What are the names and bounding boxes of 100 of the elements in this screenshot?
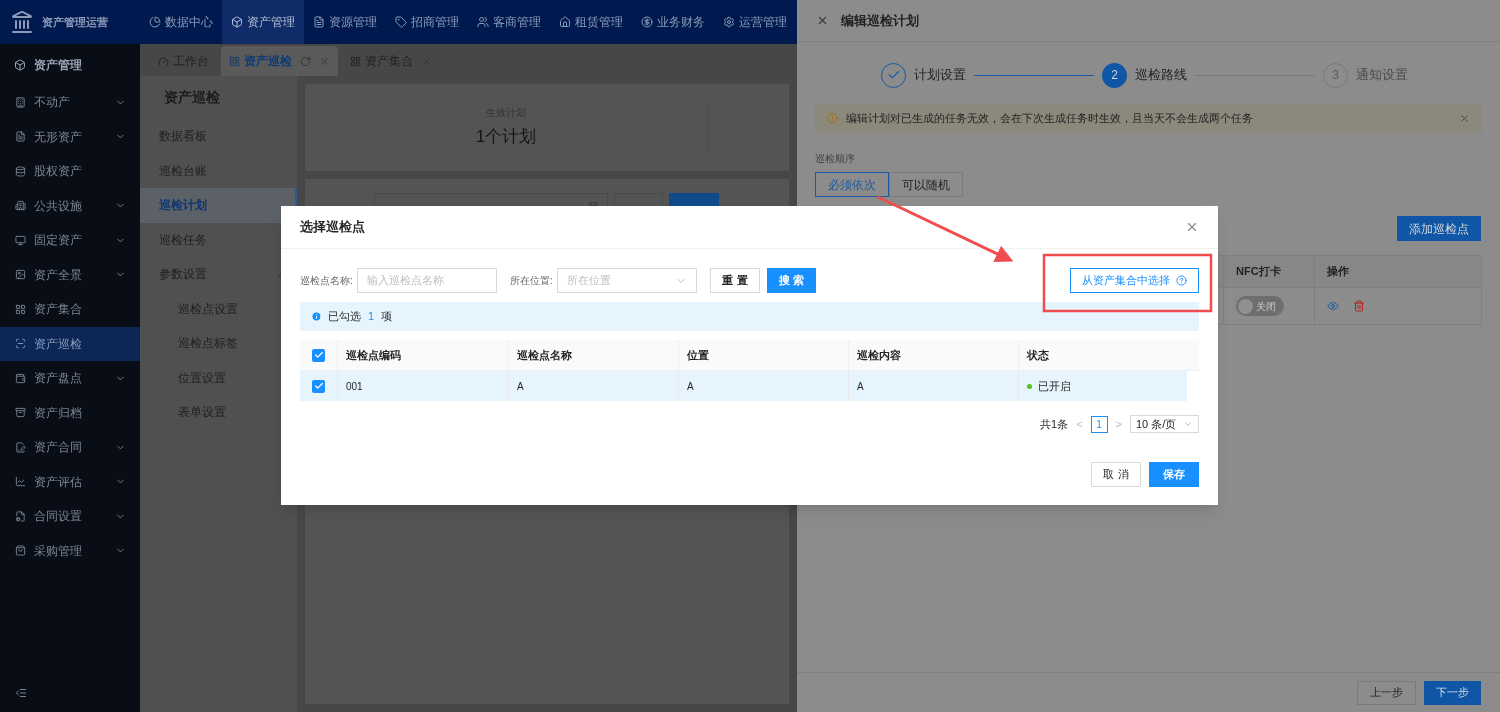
sidebar-item[interactable]: 采购管理 <box>0 533 140 568</box>
nav-item[interactable]: 招商管理 <box>386 0 468 44</box>
page-button[interactable]: 1 <box>1090 415 1108 433</box>
info-icon <box>311 311 322 322</box>
previous-button[interactable]: 上一步 <box>1357 680 1416 705</box>
nav-item[interactable]: 数据中心 <box>140 0 222 44</box>
cube-icon <box>14 58 26 71</box>
gauge-icon <box>158 55 169 67</box>
view-icon[interactable] <box>1327 300 1339 312</box>
sidebar-item[interactable]: 资产盘点 <box>0 361 140 396</box>
choose-from-collection-button[interactable]: 从资产集合中选择 <box>1070 268 1199 293</box>
pie-chart-icon <box>149 16 161 28</box>
sidebar-item[interactable]: 资产集合 <box>0 292 140 327</box>
cancel-button[interactable]: 取 消 <box>1091 462 1141 487</box>
save-button[interactable]: 保存 <box>1149 462 1199 487</box>
nav-item[interactable]: 客商管理 <box>468 0 550 44</box>
grid-icon <box>229 55 240 67</box>
checkbox[interactable] <box>312 379 325 393</box>
close-icon[interactable] <box>1185 220 1199 234</box>
step-indicator: 2 巡检路线 <box>1102 62 1187 88</box>
document-icon <box>15 131 26 143</box>
sidebar-item[interactable]: 公共设施 <box>0 188 140 223</box>
help-icon <box>1176 275 1187 286</box>
column-header: 操作 <box>1327 264 1349 280</box>
table-cell-text: A <box>687 379 694 394</box>
close-icon[interactable] <box>319 55 330 67</box>
page-size-select[interactable]: 10 条/页 <box>1130 415 1199 433</box>
table-cell-text: 001 <box>346 379 363 394</box>
chevron-down-icon <box>1183 419 1193 429</box>
sidebar-item[interactable]: 合同设置 <box>0 499 140 534</box>
close-icon[interactable] <box>816 14 829 27</box>
sidebar-item[interactable]: 资产评估 <box>0 464 140 499</box>
order-option[interactable]: 可以随机 <box>889 172 963 197</box>
column-header: NFC打卡 <box>1236 264 1281 280</box>
contract-icon <box>15 441 26 453</box>
monitor-icon <box>15 234 26 246</box>
drawer-title: 编辑巡检计划 <box>841 11 919 30</box>
checkbox[interactable] <box>312 348 325 362</box>
collapse-menu-icon[interactable] <box>15 687 27 699</box>
next-button[interactable]: 下一步 <box>1424 680 1481 705</box>
nav-item[interactable]: 资源管理 <box>304 0 386 44</box>
table-row[interactable]: 001 A A A 已开启 <box>300 371 1187 401</box>
close-icon[interactable] <box>1459 113 1470 124</box>
nav-item[interactable]: 租赁管理 <box>550 0 632 44</box>
sidebar-item[interactable]: 无形资产 <box>0 119 140 154</box>
sidebar-item[interactable]: 资产归档 <box>0 395 140 430</box>
reset-button[interactable]: 重 置 <box>710 268 760 293</box>
building-icon <box>15 96 26 108</box>
column-header: 巡检点名称 <box>517 347 572 363</box>
column-header: 位置 <box>687 347 709 363</box>
sidebar-item[interactable]: 不动产 <box>0 85 140 120</box>
document-icon <box>313 16 325 28</box>
step-indicator: 计划设置 <box>881 62 966 88</box>
column-header: 状态 <box>1027 347 1049 363</box>
sidebar-header: 资产管理 <box>34 56 82 74</box>
tag-icon <box>395 16 407 28</box>
house-icon <box>559 16 571 28</box>
stat-value: 1个计划 <box>475 126 537 149</box>
app-title: 资产管理运营 <box>42 14 108 30</box>
grid-icon <box>350 55 361 67</box>
column-header: 巡检点编码 <box>346 347 401 363</box>
wallet-icon <box>15 372 26 384</box>
sidebar-item[interactable]: 资产合同 <box>0 430 140 465</box>
status-text: 已开启 <box>1038 378 1071 394</box>
column-header: 巡检内容 <box>857 347 901 363</box>
warning-icon <box>827 113 838 124</box>
nav-item[interactable]: 资产管理 <box>222 0 304 44</box>
field-label: 所在位置: <box>510 274 554 288</box>
table-cell-text: A <box>857 379 864 394</box>
sidebar-item[interactable]: 资产巡检 <box>0 326 140 361</box>
sidebar-item[interactable]: 资产全景 <box>0 257 140 292</box>
database-icon <box>15 165 26 177</box>
nfc-toggle[interactable]: 关闭 <box>1236 296 1284 316</box>
total-count: 共1条 <box>1040 416 1069 432</box>
sidebar-item[interactable]: 股权资产 <box>0 154 140 189</box>
people-icon <box>477 16 489 28</box>
office-icon <box>15 200 26 212</box>
table-cell-text: A <box>517 379 524 394</box>
bag-icon <box>15 545 26 557</box>
grid-icon <box>15 303 26 315</box>
archive-icon <box>15 407 26 419</box>
logo-icon <box>10 10 34 34</box>
nav-item[interactable]: 业务财务 <box>632 0 714 44</box>
image-icon <box>15 269 26 281</box>
add-point-button[interactable]: 添加巡检点 <box>1397 216 1481 241</box>
selection-text: 已勾选 1 项 <box>328 309 393 325</box>
alert-text: 编辑计划对已生成的任务无效，会在下次生成任务时生效，且当天不会生成两个任务 <box>846 111 1254 127</box>
field-label: 巡检点名称: <box>300 274 354 288</box>
delete-icon[interactable] <box>1353 300 1365 312</box>
gear-icon <box>723 16 735 28</box>
sidebar-item[interactable]: 固定资产 <box>0 223 140 258</box>
coin-icon <box>641 16 653 28</box>
search-button[interactable]: 搜 索 <box>767 268 816 293</box>
scan-icon <box>15 338 26 350</box>
file-settings-icon <box>15 510 26 522</box>
refresh-icon[interactable] <box>300 55 311 67</box>
cube-icon <box>231 16 243 28</box>
dialog-title: 选择巡检点 <box>300 218 365 237</box>
nav-item[interactable]: 运营管理 <box>714 0 796 44</box>
check-icon <box>886 68 901 82</box>
